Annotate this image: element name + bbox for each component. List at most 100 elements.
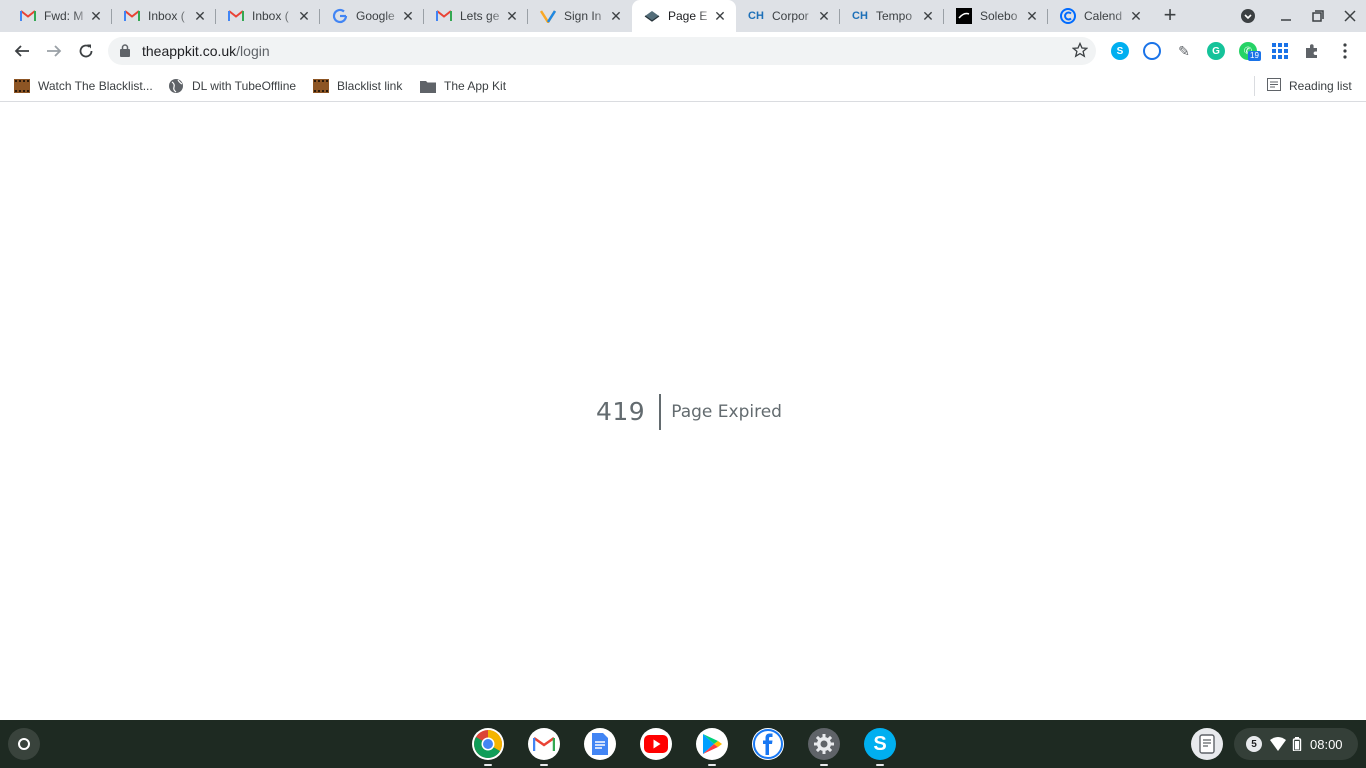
tab-title: Tempo <box>876 9 913 23</box>
tab-sign-in[interactable]: Sign In ✕ <box>528 0 632 32</box>
bookmark-label: Blacklist link <box>337 79 403 93</box>
tab-google[interactable]: Google ✕ <box>320 0 424 32</box>
folder-icon <box>420 78 436 94</box>
close-window-button[interactable] <box>1340 6 1360 26</box>
tab-title: Inbox ( <box>148 9 185 23</box>
reading-list-button[interactable]: Reading list <box>1254 76 1352 96</box>
reload-button[interactable] <box>74 39 98 63</box>
error-code: 419 <box>596 394 662 430</box>
close-icon <box>1344 10 1356 22</box>
close-icon[interactable]: ✕ <box>88 8 104 24</box>
notification-count: 5 <box>1246 736 1262 752</box>
url-text[interactable]: theappkit.co.uk/login <box>142 43 270 59</box>
tab-corporate[interactable]: CH Corpor ✕ <box>736 0 840 32</box>
wifi-icon <box>1270 737 1286 751</box>
gmail-icon <box>533 736 555 751</box>
tab-title: Fwd: M <box>44 9 84 23</box>
tab-gmail-fwd[interactable]: Fwd: M ✕ <box>8 0 112 32</box>
running-indicator <box>708 764 716 766</box>
gmail-icon <box>124 8 140 24</box>
close-icon[interactable]: ✕ <box>400 8 416 24</box>
film-icon <box>313 78 329 94</box>
phone-hub-icon <box>1199 734 1215 754</box>
close-icon[interactable]: ✕ <box>816 8 832 24</box>
browser-window: Fwd: M ✕ Inbox ( ✕ Inbox ( ✕ Google ✕ Le… <box>0 0 1366 720</box>
tab-title: Calend <box>1084 9 1123 23</box>
battery-icon <box>1292 737 1302 751</box>
close-icon[interactable]: ✕ <box>192 8 208 24</box>
error-text: Page Expired <box>671 402 782 422</box>
docs-icon <box>592 733 608 755</box>
bookmark-label: DL with TubeOffline <box>192 79 297 93</box>
tab-temporary[interactable]: CH Tempo ✕ <box>840 0 944 32</box>
lock-icon[interactable] <box>120 44 130 62</box>
close-icon[interactable]: ✕ <box>712 8 728 24</box>
launcher-button[interactable] <box>8 728 40 760</box>
play-store-app[interactable] <box>696 728 728 766</box>
running-indicator <box>540 764 548 766</box>
tab-calendly[interactable]: Calend ✕ <box>1048 0 1152 32</box>
system-tray[interactable]: 5 08:00 <box>1234 728 1358 760</box>
youtube-icon <box>644 735 668 753</box>
tab-page-expired[interactable]: Page E ✕ <box>632 0 736 32</box>
address-bar[interactable]: theappkit.co.uk/login <box>108 37 1096 65</box>
grid-extension-icon[interactable] <box>1271 42 1289 60</box>
minimize-button[interactable] <box>1276 6 1296 26</box>
forward-button[interactable] <box>42 39 66 63</box>
minimize-icon <box>1281 19 1291 21</box>
menu-kebab-icon[interactable] <box>1336 42 1354 60</box>
tab-gmail-lets[interactable]: Lets ge ✕ <box>424 0 528 32</box>
tab-solebox[interactable]: Solebo ✕ <box>944 0 1048 32</box>
calendly-extension-icon[interactable] <box>1143 42 1161 60</box>
tab-title: Corpor <box>772 9 809 23</box>
gmail-app[interactable] <box>528 728 560 766</box>
whatsapp-extension-icon[interactable]: ✆19 <box>1239 42 1261 61</box>
running-indicator <box>484 764 492 766</box>
tab-title: Google <box>356 9 395 23</box>
chrome-app[interactable] <box>472 728 504 766</box>
reading-list-label: Reading list <box>1289 79 1352 93</box>
bookmark-tubeoffline[interactable]: DL with TubeOffline <box>168 76 296 96</box>
bookmark-blacklist-link[interactable]: Blacklist link <box>313 76 402 96</box>
restore-button[interactable] <box>1308 6 1328 26</box>
chevron-down-icon <box>1241 9 1255 23</box>
back-arrow-icon <box>14 45 29 57</box>
close-icon[interactable]: ✕ <box>504 8 520 24</box>
settings-icon <box>814 734 834 754</box>
bookmark-folder-app-kit[interactable]: The App Kit <box>420 76 506 96</box>
tab-search-button[interactable] <box>1238 6 1258 26</box>
google-icon <box>332 8 348 24</box>
close-icon[interactable]: ✕ <box>296 8 312 24</box>
bookmark-star-icon[interactable] <box>1071 41 1089 63</box>
extensions-puzzle-icon[interactable] <box>1303 42 1321 60</box>
play-store-icon <box>703 734 722 754</box>
skype-extension-icon[interactable]: S <box>1111 42 1129 60</box>
new-tab-button[interactable]: + <box>1158 4 1182 28</box>
grammarly-extension-icon[interactable]: G <box>1207 42 1225 60</box>
tab-title: Sign In <box>564 9 602 23</box>
bookmark-watch-blacklist[interactable]: Watch The Blacklist... <box>14 76 153 96</box>
gmail-icon <box>228 8 244 24</box>
running-indicator <box>876 764 884 766</box>
settings-app[interactable] <box>808 728 840 766</box>
tab-title: Solebo <box>980 9 1018 23</box>
back-button[interactable] <box>10 39 34 63</box>
docs-app[interactable] <box>584 728 616 760</box>
solebox-icon <box>956 8 972 24</box>
close-icon[interactable]: ✕ <box>920 8 936 24</box>
running-indicator <box>820 764 828 766</box>
tab-gmail-inbox-2[interactable]: Inbox ( ✕ <box>216 0 320 32</box>
skype-app[interactable]: S <box>864 728 896 766</box>
close-icon[interactable]: ✕ <box>1128 8 1144 24</box>
close-icon[interactable]: ✕ <box>608 8 624 24</box>
close-icon[interactable]: ✕ <box>1024 8 1040 24</box>
facebook-app[interactable] <box>752 728 784 760</box>
ch-icon: CH <box>852 10 868 22</box>
feather-extension-icon[interactable]: ✎ <box>1175 42 1193 60</box>
reading-list-icon <box>1267 78 1281 94</box>
tab-gmail-inbox-1[interactable]: Inbox ( ✕ <box>112 0 216 32</box>
holding-space-button[interactable] <box>1191 728 1223 760</box>
youtube-app[interactable] <box>640 728 672 760</box>
facebook-icon <box>753 729 783 759</box>
url-host: theappkit.co.uk <box>142 43 237 59</box>
